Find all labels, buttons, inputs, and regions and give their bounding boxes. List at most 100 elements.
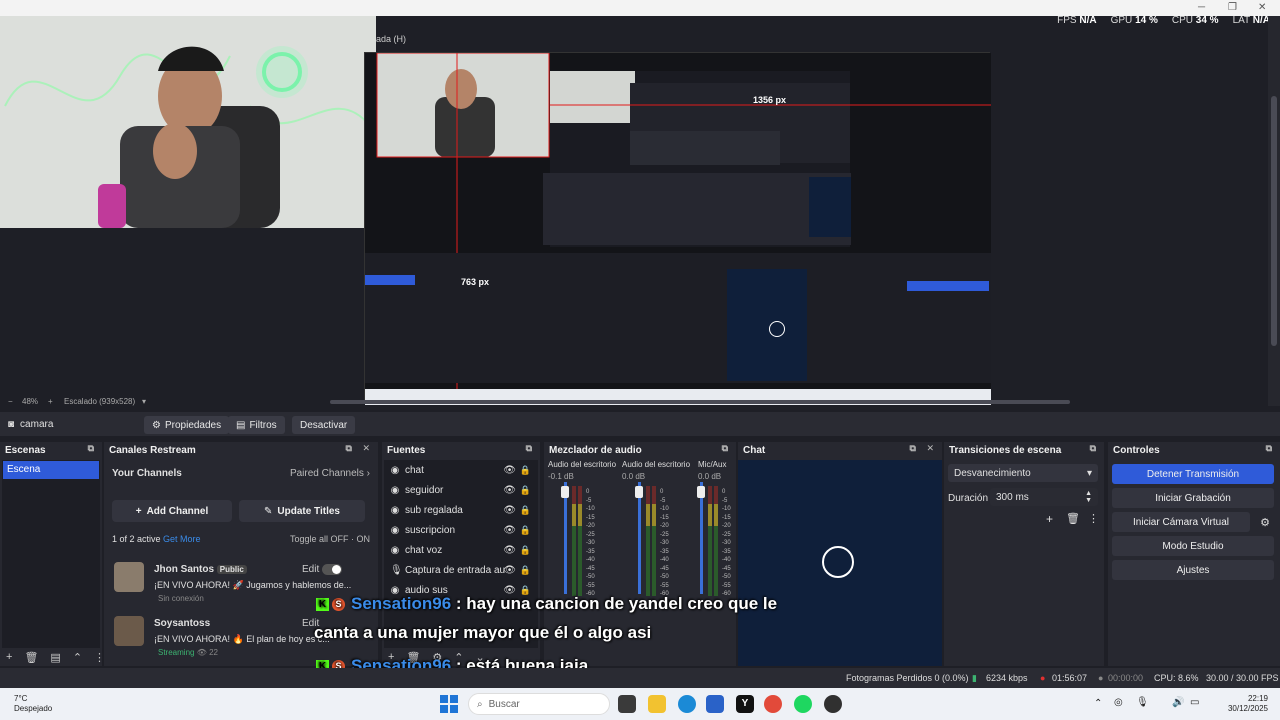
dock-controls-icon[interactable]: ⧉ ✕ (346, 443, 374, 454)
source-item[interactable]: ◉ chat 👁 🔒 (386, 460, 536, 480)
volume-icon[interactable]: 🔊 (1172, 697, 1184, 708)
dock-undock-icon[interactable]: ⧉ (722, 443, 732, 454)
chat-overlay-line: canta a una mujer mayor que él o algo as… (314, 623, 652, 642)
scale-dropdown-icon[interactable]: ▾ (142, 397, 146, 406)
volume-fader[interactable] (564, 482, 567, 594)
start-recording-button[interactable]: Iniciar Grabación (1112, 488, 1274, 508)
menu-fragment[interactable]: ada (H) (376, 34, 406, 44)
dock-controls-icon[interactable]: ⧉ ✕ (910, 443, 938, 454)
px-measure-top: 1356 px (753, 95, 787, 105)
fader-knob[interactable] (561, 486, 569, 498)
taskbar-search[interactable]: ⌕ Buscar (468, 693, 610, 715)
source-item[interactable]: 🎙 Captura de entrada au 👁 🔒 (386, 560, 536, 580)
add-icon[interactable]: + (1046, 512, 1053, 526)
volume-fader[interactable] (638, 482, 641, 594)
record-time: 00:00:00 (1108, 673, 1144, 683)
obs-icon[interactable] (824, 695, 842, 713)
more-icon[interactable]: ⋮ (1088, 512, 1099, 525)
source-item[interactable]: ◉ chat voz 👁 🔒 (386, 540, 536, 560)
fader-knob[interactable] (635, 486, 643, 498)
channel-toggle[interactable] (322, 564, 343, 575)
up-arrow-icon[interactable]: ⌃ (73, 651, 82, 664)
dock-undock-icon[interactable]: ⧉ (1090, 443, 1100, 454)
filter-icon[interactable]: ▤ (50, 651, 60, 664)
source-item[interactable]: ◉ seguidor 👁 🔒 (386, 480, 536, 500)
source-type-icon: ◉ (390, 524, 400, 536)
store-icon[interactable] (706, 695, 724, 713)
source-item[interactable]: ◉ suscripcion 👁 🔒 (386, 520, 536, 540)
add-icon[interactable]: + (6, 651, 12, 663)
lock-icon[interactable]: 🔒 (520, 525, 531, 536)
preview-area[interactable]: ada (H) 1356 px 763 px (0, 16, 1268, 405)
maximize-icon[interactable]: ❐ (1228, 2, 1237, 13)
update-titles-button[interactable]: ✎ Update Titles (239, 500, 365, 522)
volume-fader[interactable] (700, 482, 703, 594)
task-view-icon[interactable] (618, 695, 636, 713)
controls-title: Controles (1113, 444, 1160, 456)
lock-icon[interactable]: 🔒 (520, 565, 531, 576)
preview-vertical-scrollbar[interactable] (1268, 16, 1280, 406)
minimize-icon[interactable]: ─ (1198, 2, 1205, 13)
start-virtual-camera-button[interactable]: Iniciar Cámara Virtual (1112, 512, 1250, 532)
lat-stat: LAT N/A (1232, 15, 1270, 26)
windows-start-icon[interactable] (440, 695, 458, 713)
studio-mode-button[interactable]: Modo Estudio (1112, 536, 1274, 556)
zoom-in-icon[interactable]: + (48, 397, 53, 406)
deactivate-button[interactable]: Desactivar (292, 416, 356, 434)
trash-icon[interactable]: 🗑 (24, 651, 38, 664)
dock-undock-icon[interactable]: ⧉ (526, 443, 536, 454)
eye-icon[interactable]: 👁 (503, 525, 516, 536)
source-label: seguidor (405, 484, 444, 496)
level-meter (714, 486, 718, 596)
clock-time: 22:19 (1247, 694, 1268, 703)
edge-icon[interactable] (678, 695, 696, 713)
lock-icon[interactable]: 🔒 (520, 545, 531, 556)
dock-undock-icon[interactable]: ⧉ (88, 443, 98, 454)
stepper-icon[interactable]: ▲ ▼ (1085, 490, 1092, 504)
microphone-icon[interactable]: 🎙 (1136, 697, 1149, 708)
sources-title: Fuentes (387, 444, 426, 456)
close-icon[interactable]: ✕ (1258, 2, 1266, 13)
source-item[interactable]: ◉ sub regalada 👁 🔒 (386, 500, 536, 520)
source-type-icon: 🎙 (390, 564, 403, 576)
fader-knob[interactable] (697, 486, 705, 498)
file-explorer-icon[interactable] (648, 695, 666, 713)
gear-icon[interactable]: ⚙ (1260, 516, 1270, 529)
duration-field[interactable]: 300 ms ▲ ▼ (990, 488, 1098, 506)
scroll-thumb[interactable] (1271, 96, 1277, 346)
settings-button[interactable]: Ajustes (1112, 560, 1274, 580)
stop-streaming-button[interactable]: Detener Transmisión (1112, 464, 1274, 484)
weather-widget[interactable]: 7°C Despejado (14, 694, 52, 714)
window-title-bar: ─ ❐ ✕ (0, 0, 1280, 16)
filters-button[interactable]: ▤ Filtros (228, 416, 285, 434)
eye-icon[interactable]: 👁 (503, 505, 516, 516)
mixer-title: Mezclador de audio (549, 444, 642, 456)
preview-horizontal-scrollbar[interactable] (330, 400, 1070, 404)
properties-button[interactable]: ⚙ Propiedades (144, 416, 230, 434)
spotify-icon[interactable] (794, 695, 812, 713)
eye-icon[interactable]: 👁 (503, 565, 516, 576)
y-app-icon[interactable]: Y (736, 695, 754, 713)
tray-chevron-icon[interactable]: ⌃ (1094, 698, 1102, 709)
transition-select[interactable]: Desvanecimiento ▾ (948, 464, 1098, 482)
toggle-all[interactable]: Toggle all OFF · ON (112, 534, 370, 544)
tray-app-icon[interactable]: ◎ (1114, 697, 1123, 708)
trash-icon[interactable]: 🗑 (1066, 512, 1080, 525)
edit-link[interactable]: Edit (302, 564, 370, 575)
lock-icon[interactable]: 🔒 (520, 505, 531, 516)
chrome-icon[interactable] (764, 695, 782, 713)
chat-panel[interactable] (738, 460, 942, 666)
taskbar-clock[interactable]: 22:19 30/12/2025 (1228, 694, 1268, 714)
lock-icon[interactable]: 🔒 (520, 465, 531, 476)
add-channel-button[interactable]: + Add Channel (112, 500, 232, 522)
dock-undock-icon[interactable]: ⧉ (1266, 443, 1276, 454)
paired-channels-link[interactable]: Paired Channels › (112, 468, 370, 479)
eye-icon[interactable]: 👁 (503, 485, 516, 496)
lock-icon[interactable]: 🔒 (520, 485, 531, 496)
level-meter (652, 486, 656, 596)
eye-icon[interactable]: 👁 (503, 545, 516, 556)
scene-item[interactable]: Escena (3, 461, 99, 479)
eye-icon[interactable]: 👁 (503, 465, 516, 476)
zoom-out-icon[interactable]: − (8, 397, 13, 406)
battery-icon[interactable]: ▭ (1190, 697, 1199, 708)
